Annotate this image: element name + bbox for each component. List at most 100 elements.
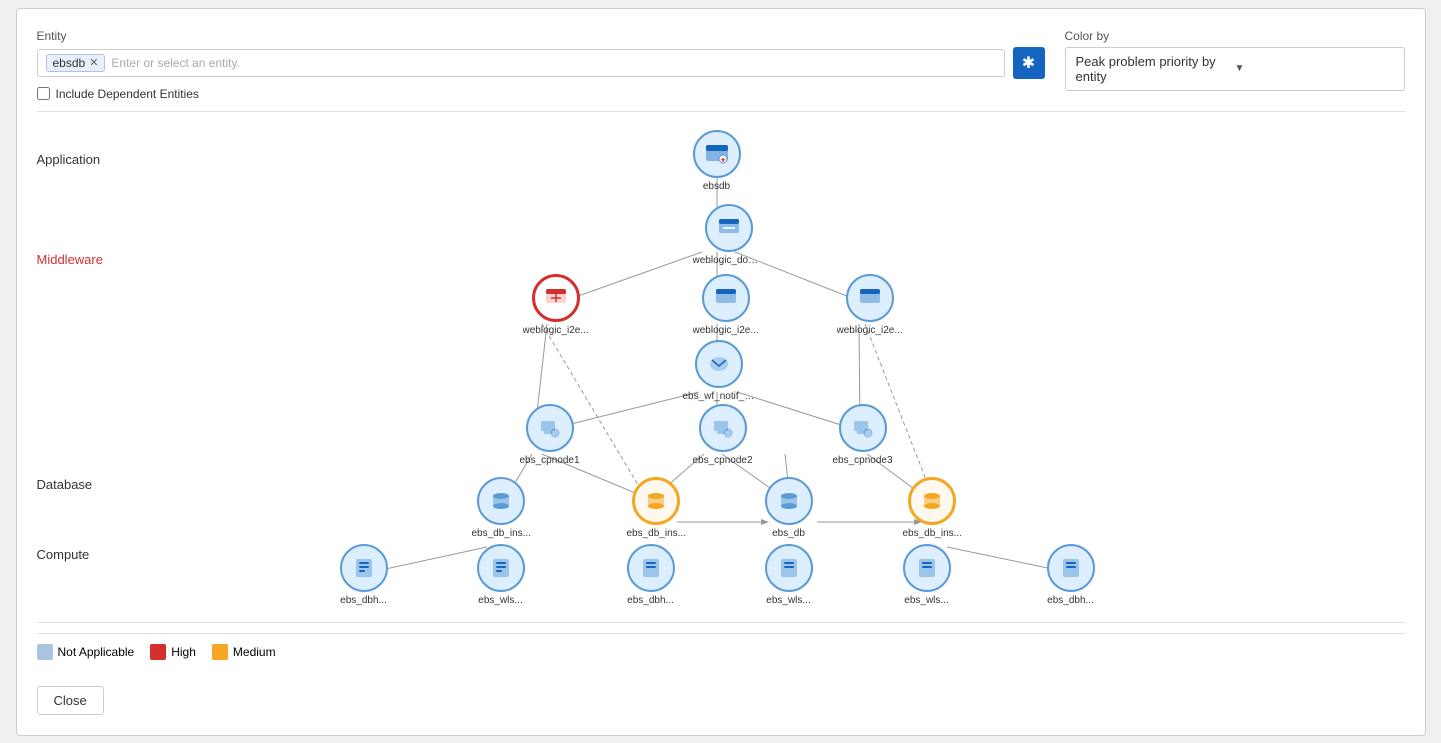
node-circle-dbh1 — [340, 544, 388, 592]
entity-tag-close-icon[interactable]: ✕ — [89, 56, 98, 69]
node-circle-dbh3 — [1047, 544, 1095, 592]
cpnode3-icon — [850, 415, 876, 441]
header-divider — [37, 111, 1405, 112]
node-ebs-cpnode2[interactable]: ebs_cpnode2 — [693, 404, 753, 466]
legend-item-na: Not Applicable — [37, 644, 135, 660]
node-ebs-dbh3[interactable]: ebs_dbh... — [1047, 544, 1095, 606]
cpnode-icon — [537, 415, 563, 441]
tier-label-middleware: Middleware — [37, 252, 103, 267]
legend-label-medium: Medium — [233, 645, 276, 659]
db-icon — [488, 488, 514, 514]
color-by-label: Color by — [1065, 29, 1405, 43]
mail-icon — [706, 351, 732, 377]
node-label-weblogic-i2e-2: weblogic_i2e... — [693, 325, 759, 336]
legend-label-na: Not Applicable — [58, 645, 135, 659]
asterisk-button[interactable]: ✱ — [1013, 47, 1045, 79]
node-label-cpnode1: ebs_cpnode1 — [520, 455, 580, 466]
node-ebs-wls3[interactable]: ebs_wls... — [903, 544, 951, 606]
node-label-db-ins1: ebs_db_ins... — [472, 528, 532, 539]
node-circle-weblogic-i2e-1 — [532, 274, 580, 322]
middleware-icon — [716, 215, 742, 241]
legend: Not Applicable High Medium — [37, 633, 1405, 670]
tier-label-application: Application — [37, 152, 101, 167]
node-ebs-db-ins1[interactable]: ebs_db_ins... — [472, 477, 532, 539]
color-by-select[interactable]: Peak problem priority by entity ▼ — [1065, 47, 1405, 91]
node-circle-wls1 — [477, 544, 525, 592]
node-label-wls2: ebs_wls... — [766, 595, 810, 606]
node-ebs-db-ins3[interactable]: ebs_db_ins... — [903, 477, 963, 539]
node-circle-weblogic-domain — [705, 204, 753, 252]
compute4-icon — [776, 555, 802, 581]
compute-icon — [351, 555, 377, 581]
color-by-section: Color by Peak problem priority by entity… — [1065, 29, 1405, 91]
node-ebs-wf-notif-mailer[interactable]: ebs_wf_notif_mailer — [683, 340, 755, 402]
color-by-value: Peak problem priority by entity — [1076, 54, 1235, 84]
node-label-ebsdb: ebsdb — [703, 181, 730, 192]
node-circle-ebsdb: ✚ — [693, 130, 741, 178]
node-circle-dbh2 — [627, 544, 675, 592]
main-modal: Entity ebsdb ✕ Enter or select an entity… — [16, 8, 1426, 736]
node-weblogic-i2e-3[interactable]: weblogic_i2e... — [837, 274, 903, 336]
node-weblogic-i2e-2[interactable]: weblogic_i2e... — [693, 274, 759, 336]
legend-item-high: High — [150, 644, 196, 660]
middleware-icon-3 — [857, 285, 883, 311]
middleware-red-icon — [543, 285, 569, 311]
entity-section: Entity ebsdb ✕ Enter or select an entity… — [37, 29, 1045, 101]
db-orange-icon — [643, 488, 669, 514]
entity-placeholder[interactable]: Enter or select an entity. — [111, 56, 995, 70]
node-label-wls1: ebs_wls... — [478, 595, 522, 606]
node-circle-db-ins3 — [908, 477, 956, 525]
node-label-db-ins3: ebs_db_ins... — [903, 528, 963, 539]
node-label-cpnode2: ebs_cpnode2 — [693, 455, 753, 466]
node-circle-weblogic-i2e-2 — [702, 274, 750, 322]
compute5-icon — [914, 555, 940, 581]
legend-item-medium: Medium — [212, 644, 276, 660]
header-row: Entity ebsdb ✕ Enter or select an entity… — [37, 29, 1405, 101]
node-ebs-wls2[interactable]: ebs_wls... — [765, 544, 813, 606]
node-weblogic-i2e-1[interactable]: weblogic_i2e... — [523, 274, 589, 336]
node-ebs-wls1[interactable]: ebs_wls... — [477, 544, 525, 606]
main-content: Application Middleware Database Compute — [37, 122, 1405, 612]
node-ebs-cpnode3[interactable]: ebs_cpnode3 — [833, 404, 893, 466]
node-label-weblogic-i2e-3: weblogic_i2e... — [837, 325, 903, 336]
include-checkbox-row[interactable]: Include Dependent Entities — [37, 87, 1045, 101]
legend-divider — [37, 622, 1405, 623]
node-label-cpnode3: ebs_cpnode3 — [833, 455, 893, 466]
node-ebs-dbh1[interactable]: ebs_dbh... — [340, 544, 388, 606]
node-weblogic-domain[interactable]: weblogic_domain — [693, 204, 765, 266]
node-ebs-dbh2[interactable]: ebs_dbh... — [627, 544, 675, 606]
node-circle-weblogic-i2e-3 — [846, 274, 894, 322]
node-label-weblogic-i2e-1: weblogic_i2e... — [523, 325, 589, 336]
node-circle-wls2 — [765, 544, 813, 592]
node-circle-cpnode3 — [839, 404, 887, 452]
node-label-ebs-wf: ebs_wf_notif_mailer — [683, 391, 755, 402]
db-blue-icon — [776, 488, 802, 514]
node-ebsdb[interactable]: ✚ ebsdb — [693, 130, 741, 192]
node-ebs-db[interactable]: ebs_db — [765, 477, 813, 539]
node-ebs-cpnode1[interactable]: ebs_cpnode1 — [520, 404, 580, 466]
node-label-wls3: ebs_wls... — [904, 595, 948, 606]
node-circle-cpnode2 — [699, 404, 747, 452]
node-label-dbh2: ebs_dbh... — [627, 595, 674, 606]
node-label-dbh3: ebs_dbh... — [1047, 595, 1094, 606]
compute3-icon — [638, 555, 664, 581]
node-circle-db-ins1 — [477, 477, 525, 525]
node-label-db-ins2: ebs_db_ins... — [627, 528, 687, 539]
graph-area: ✚ ebsdb weblogic_domain — [127, 122, 1405, 612]
node-circle-cpnode1 — [526, 404, 574, 452]
chevron-down-icon: ▼ — [1235, 63, 1394, 74]
legend-label-high: High — [171, 645, 196, 659]
close-button[interactable]: Close — [37, 686, 104, 715]
entity-input-row[interactable]: ebsdb ✕ Enter or select an entity. — [37, 49, 1005, 77]
include-label: Include Dependent Entities — [56, 87, 199, 101]
cpnode2-icon — [710, 415, 736, 441]
legend-color-medium — [212, 644, 228, 660]
app-icon: ✚ — [703, 140, 731, 168]
node-ebs-db-ins2[interactable]: ebs_db_ins... — [627, 477, 687, 539]
include-checkbox[interactable] — [37, 87, 50, 100]
node-label-ebs-db: ebs_db — [772, 528, 805, 539]
node-label-dbh1: ebs_dbh... — [340, 595, 387, 606]
entity-label: Entity — [37, 29, 1045, 43]
tier-labels: Application Middleware Database Compute — [37, 122, 127, 612]
tier-label-compute: Compute — [37, 547, 90, 562]
